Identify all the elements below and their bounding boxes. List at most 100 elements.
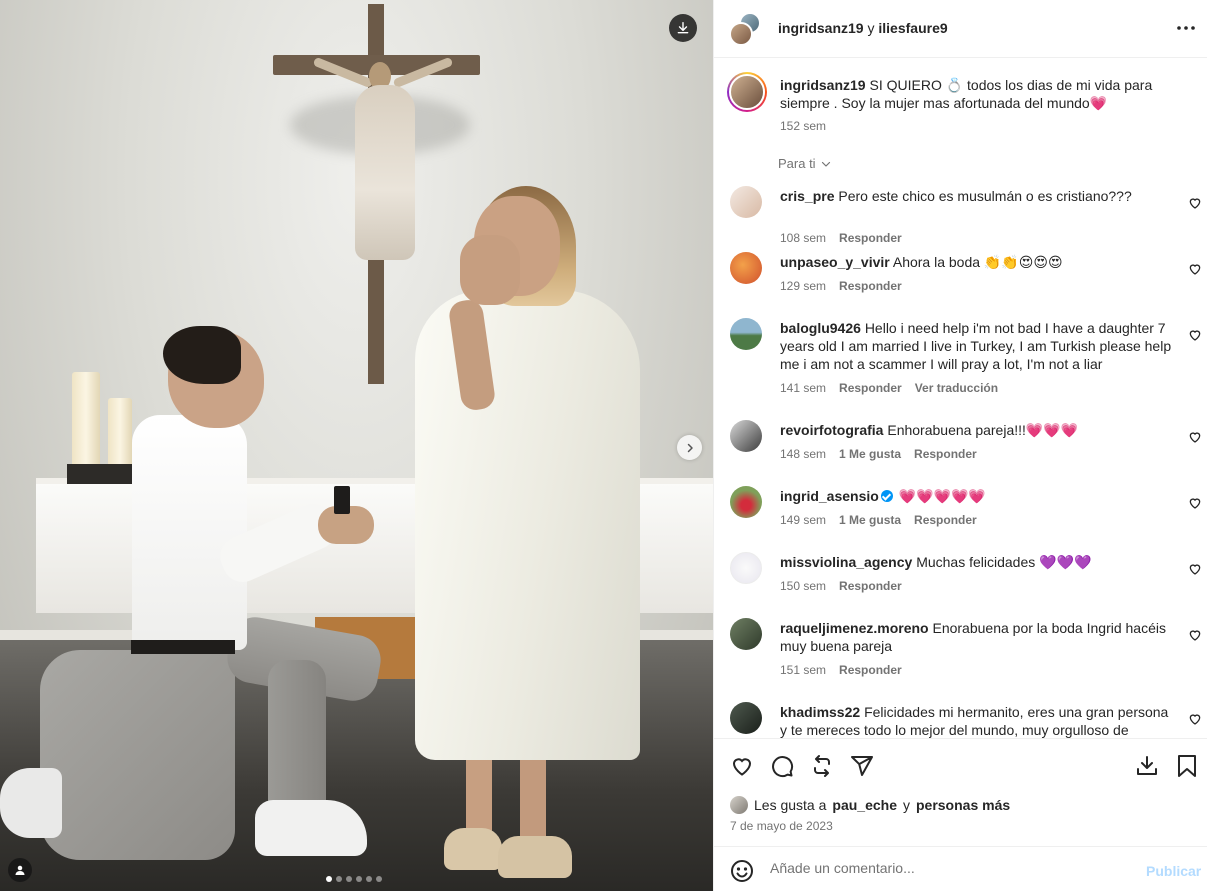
reply-button[interactable]: Responder <box>839 663 902 677</box>
save-button[interactable] <box>1174 753 1200 779</box>
kneeling-man <box>132 415 247 650</box>
comment-like-heart-icon[interactable] <box>1188 496 1202 510</box>
comment-input[interactable] <box>770 860 1130 876</box>
collab-avatars[interactable] <box>729 12 765 46</box>
comment-likes-count[interactable]: 1 Me gusta <box>839 447 901 461</box>
user-tag-icon <box>15 865 25 875</box>
publish-button[interactable]: Publicar <box>1146 863 1201 879</box>
action-bar: Les gusta a pau_eche y personas más 7 de… <box>714 738 1207 846</box>
comment-like-heart-icon[interactable] <box>1188 328 1202 342</box>
comment-likes-count[interactable]: 1 Me gusta <box>839 513 901 527</box>
avatar[interactable] <box>730 186 762 218</box>
comment-text: Ahora la boda 👏👏😍😍😍 <box>892 254 1063 270</box>
more-options-button[interactable] <box>1174 16 1198 40</box>
avatar <box>729 22 753 46</box>
comment-username[interactable]: raqueljimenez.moreno <box>780 620 929 636</box>
carousel-indicator <box>326 876 382 882</box>
reply-button[interactable]: Responder <box>839 279 902 293</box>
comment-like-heart-icon[interactable] <box>1188 262 1202 276</box>
comment-like-heart-icon[interactable] <box>1188 430 1202 444</box>
avatar[interactable] <box>730 702 762 734</box>
ring-box <box>334 486 350 514</box>
likes-summary: Les gusta a pau_eche y personas más <box>730 796 1010 814</box>
comment-text: Muchas felicidades 💜💜💜 <box>916 554 1092 570</box>
comment-meta: 149 sem 1 Me gusta Responder <box>780 513 977 527</box>
comment-like-heart-icon[interactable] <box>1188 562 1202 576</box>
comment-meta: 150 sem Responder <box>780 579 902 593</box>
emoji-icon <box>731 860 753 882</box>
repost-icon <box>814 755 830 777</box>
comment-time[interactable]: 129 sem <box>780 279 826 293</box>
avatar[interactable] <box>730 318 762 350</box>
avatar[interactable] <box>730 252 762 284</box>
download-button[interactable] <box>669 14 697 42</box>
post-dialog: ingridsanz19 y iliesfaure9 ingridsanz19 … <box>0 0 1207 891</box>
coauthor-link[interactable]: iliesfaure9 <box>878 20 947 36</box>
comment-time[interactable]: 141 sem <box>780 381 826 395</box>
carousel-dot <box>366 876 372 882</box>
comment-time[interactable]: 151 sem <box>780 663 826 677</box>
caption-time[interactable]: 152 sem <box>780 119 826 133</box>
comment-username[interactable]: khadimss22 <box>780 704 860 720</box>
comment-username[interactable]: baloglu9426 <box>780 320 861 336</box>
comment-username[interactable]: unpaseo_y_vivir <box>780 254 890 270</box>
like-button[interactable] <box>729 753 755 779</box>
post-date[interactable]: 7 de mayo de 2023 <box>730 819 833 833</box>
avatar[interactable] <box>730 420 762 452</box>
caption-username[interactable]: ingridsanz19 <box>780 77 866 93</box>
emoji-button[interactable] <box>730 859 754 883</box>
download-icon <box>677 22 689 34</box>
download-tray-icon <box>1137 756 1157 775</box>
carousel-next-button[interactable] <box>677 435 702 460</box>
share-icon <box>851 756 873 776</box>
comment-filter-label: Para ti <box>778 156 816 171</box>
verified-badge-icon <box>880 490 893 502</box>
comment-meta: 108 sem Responder <box>780 231 902 245</box>
carousel-dot <box>356 876 362 882</box>
bookmark-icon <box>1178 755 1196 777</box>
reply-button[interactable]: Responder <box>839 231 902 245</box>
comment-button[interactable] <box>769 753 795 779</box>
author-link[interactable]: ingridsanz19 <box>778 20 864 36</box>
post-media[interactable] <box>0 0 713 891</box>
avatar[interactable] <box>730 618 762 650</box>
reply-button[interactable]: Responder <box>839 381 902 395</box>
comment-meta: 148 sem 1 Me gusta Responder <box>780 447 977 461</box>
see-translation-button[interactable]: Ver traducción <box>915 381 998 395</box>
reply-button[interactable]: Responder <box>914 447 977 461</box>
comment-time[interactable]: 150 sem <box>780 579 826 593</box>
comment-username[interactable]: revoirfotografia <box>780 422 883 438</box>
comment-username[interactable]: cris_pre <box>780 188 834 204</box>
liker-link[interactable]: pau_eche <box>832 797 897 813</box>
chevron-right-icon <box>687 443 693 452</box>
reply-button[interactable]: Responder <box>914 513 977 527</box>
heart-icon <box>732 758 752 776</box>
comment-text: 💗💗💗💗💗 <box>898 488 986 504</box>
comment-icon <box>772 756 794 778</box>
comment-composer: Publicar <box>714 846 1207 891</box>
download-button[interactable] <box>1134 753 1160 779</box>
post-side-panel: ingridsanz19 y iliesfaure9 ingridsanz19 … <box>713 0 1207 891</box>
comment-username[interactable]: ingrid_asensio <box>780 488 879 504</box>
avatar[interactable] <box>730 552 762 584</box>
comment-time[interactable]: 149 sem <box>780 513 826 527</box>
comment-meta: 141 sem Responder Ver traducción <box>780 381 998 395</box>
reply-button[interactable]: Responder <box>839 579 902 593</box>
comment-like-heart-icon[interactable] <box>1188 712 1202 726</box>
comment-like-heart-icon[interactable] <box>1188 628 1202 642</box>
candle <box>72 372 100 467</box>
share-button[interactable] <box>849 753 875 779</box>
chevron-down-icon <box>821 161 830 167</box>
avatar[interactable] <box>730 486 762 518</box>
comment-time[interactable]: 108 sem <box>780 231 826 245</box>
carousel-dot <box>326 876 332 882</box>
comment-time[interactable]: 148 sem <box>780 447 826 461</box>
comment-username[interactable]: missviolina_agency <box>780 554 912 570</box>
caption-avatar[interactable] <box>727 72 767 112</box>
repost-button[interactable] <box>809 753 835 779</box>
comment-filter-dropdown[interactable]: Para ti <box>778 156 832 171</box>
tagged-users-button[interactable] <box>8 858 32 882</box>
comment-like-heart-icon[interactable] <box>1188 196 1202 210</box>
likes-others-link[interactable]: personas más <box>916 797 1010 813</box>
carousel-dot <box>336 876 342 882</box>
